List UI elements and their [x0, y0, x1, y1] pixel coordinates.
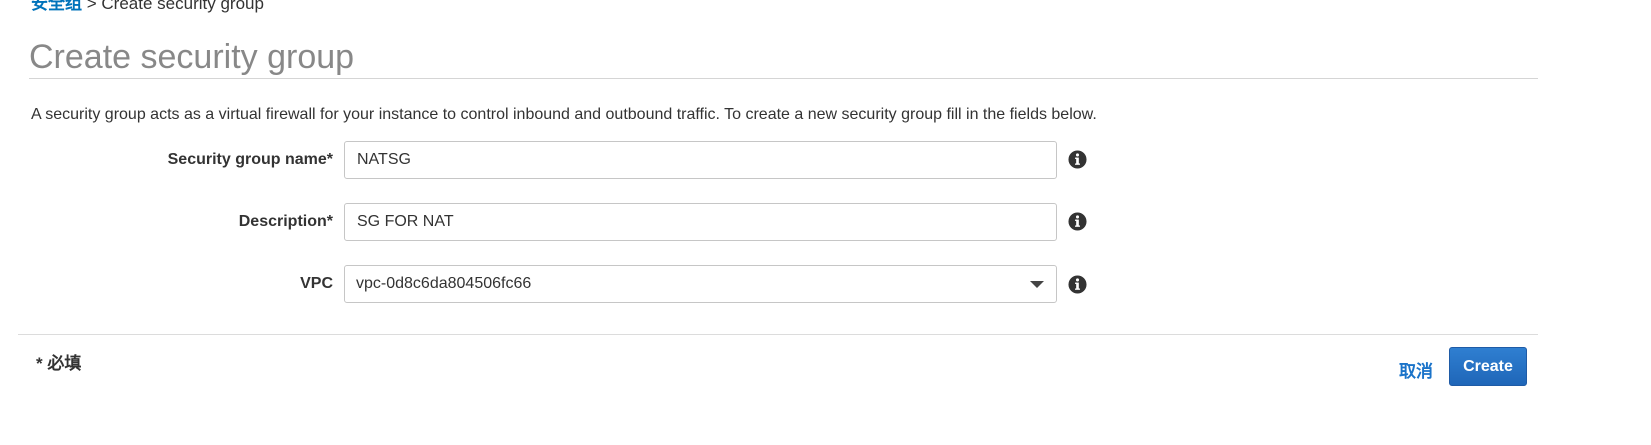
vpc-select[interactable]: vpc-0d8c6da804506fc66 [344, 265, 1057, 303]
footer-divider [18, 334, 1538, 335]
page-title: Create security group [29, 38, 355, 76]
breadcrumb: 安全组 > Create security group [31, 0, 264, 14]
info-icon[interactable] [1068, 150, 1087, 169]
breadcrumb-separator: > [86, 0, 97, 13]
security-group-name-label: Security group name* [167, 151, 333, 168]
info-icon[interactable] [1068, 275, 1087, 294]
vpc-selected-value: vpc-0d8c6da804506fc66 [356, 275, 532, 292]
description-label: Description* [238, 213, 333, 230]
form-row-vpc: VPC vpc-0d8c6da804506fc66 [0, 265, 1120, 305]
form-row-name: Security group name* NATSG [0, 141, 1120, 181]
cancel-button[interactable]: 取消 [1399, 357, 1433, 382]
breadcrumb-link-security-groups[interactable]: 安全组 [31, 0, 82, 13]
form-row-description: Description* SG FOR NAT [0, 203, 1120, 243]
caret-down-icon [1030, 281, 1044, 288]
description-input[interactable]: SG FOR NAT [344, 203, 1057, 241]
intro-text: A security group acts as a virtual firew… [31, 106, 1097, 123]
create-button[interactable]: Create [1449, 347, 1527, 386]
required-fields-note: * 必填 [36, 354, 82, 373]
info-icon[interactable] [1068, 212, 1087, 231]
vpc-label: VPC [300, 275, 333, 292]
title-divider [29, 78, 1538, 79]
breadcrumb-current: Create security group [101, 0, 264, 13]
create-security-group-page: 安全组 > Create security group Create secur… [0, 0, 1651, 445]
security-group-name-input[interactable]: NATSG [344, 141, 1057, 179]
